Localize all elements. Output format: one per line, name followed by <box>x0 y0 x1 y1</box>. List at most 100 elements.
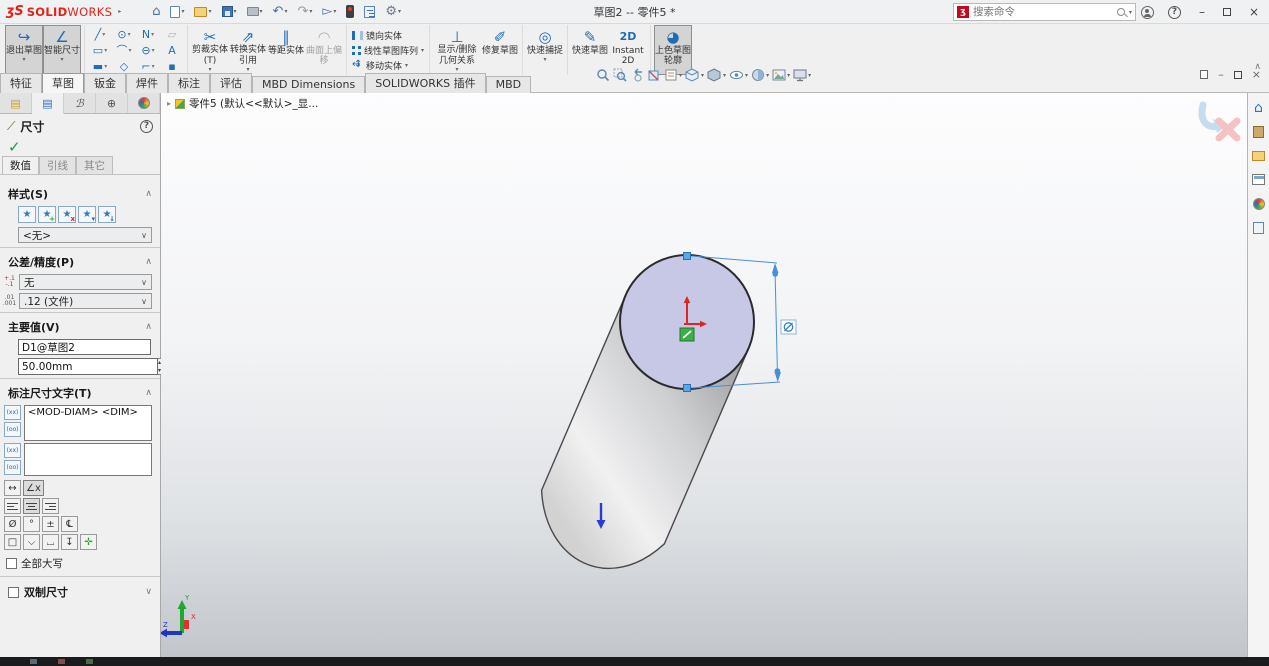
user-account-icon[interactable] <box>1141 6 1154 19</box>
view-settings-button[interactable]: ▾ <box>793 68 811 82</box>
dimension-value-tag[interactable] <box>781 320 796 334</box>
delete-style-button[interactable]: ★x <box>58 206 76 223</box>
select-button[interactable]: ▻▾ <box>319 4 339 19</box>
dimension-handle-top[interactable] <box>684 253 691 260</box>
point-tool-button[interactable]: ▪ <box>160 58 184 74</box>
property-manager-tab[interactable]: ▤ <box>32 93 64 114</box>
options-button[interactable]: ⚙▾ <box>382 4 404 19</box>
open-document-button[interactable]: ▾ <box>191 6 214 18</box>
display-delete-relations-button[interactable]: ⊥ 显示/删除几何关系 ▾ <box>433 25 481 75</box>
subtab-leaders[interactable]: 引线 <box>39 156 76 174</box>
offset-entities-button[interactable]: ∥ 等距实体 <box>267 25 305 75</box>
move-entities-button[interactable]: ↔↕ 移动实体 ▾ <box>350 59 426 72</box>
justify-horizontal-button[interactable]: ↔ <box>4 480 21 496</box>
circle-tool-button[interactable]: ⊙▾ <box>112 26 136 42</box>
dimension-text-area[interactable]: <MOD-DIAM> <DIM> <box>24 405 152 441</box>
save-button[interactable]: ▾ <box>219 5 240 18</box>
graphics-viewport[interactable]: Y Z X ▸ 零件5 (默认<<默认>_显... <box>161 93 1247 657</box>
hide-show-items-button[interactable]: ▾ <box>729 68 748 82</box>
uppercase-checkbox[interactable] <box>6 558 17 569</box>
align-center-button[interactable] <box>23 498 40 514</box>
plus-minus-symbol-button[interactable]: ± <box>42 516 59 532</box>
counterbore-symbol-button[interactable]: ⌴ <box>42 534 59 550</box>
spline-tool-button[interactable]: N▾ <box>136 26 160 42</box>
feature-breadcrumb[interactable]: ▸ 零件5 (默认<<默认>_显... <box>167 96 318 111</box>
tab-features[interactable]: 特征 <box>0 73 42 93</box>
file-explorer-tab[interactable] <box>1251 148 1267 163</box>
linear-pattern-button[interactable]: 线性草图阵列 ▾ <box>350 44 426 57</box>
custom-properties-tab[interactable] <box>1251 220 1267 235</box>
panel-help-icon[interactable]: ? <box>140 120 153 133</box>
section-view-button[interactable] <box>647 68 661 82</box>
degree-symbol-button[interactable]: ° <box>23 516 40 532</box>
tab-weldments[interactable]: 焊件 <box>126 73 168 93</box>
tolerance-type-dropdown[interactable]: 无 ∨ <box>19 274 152 290</box>
align-left-button[interactable] <box>4 498 21 514</box>
countersink-symbol-button[interactable]: ⌵ <box>23 534 40 550</box>
tab-evaluate[interactable]: 评估 <box>210 73 252 93</box>
print-button[interactable]: ▾ <box>244 6 266 17</box>
help-icon[interactable]: ? <box>1168 6 1181 19</box>
save-style-button[interactable]: ★▾ <box>78 206 96 223</box>
polygon-tool-button[interactable]: ◇ <box>112 58 136 74</box>
rebuild-button[interactable] <box>343 4 357 19</box>
doc-minimize-button[interactable]: – <box>1218 68 1224 81</box>
ellipse-tool-button[interactable]: ⊖▾ <box>136 42 160 58</box>
fillet-tool-button[interactable]: ⌐▾ <box>136 58 160 74</box>
repair-sketch-button[interactable]: ✐ 修复草图 <box>481 25 519 75</box>
logo-flyout-arrow[interactable]: ▸ <box>118 8 121 15</box>
doc-close-button[interactable]: × <box>1252 68 1261 81</box>
subtab-other[interactable]: 其它 <box>76 156 113 174</box>
plane-tool-button[interactable]: ▱ <box>160 26 184 42</box>
tolerance-section-header[interactable]: 公差/精度(P) ∧ <box>0 251 160 272</box>
display-manager-tab[interactable] <box>128 93 160 113</box>
view-palette-tab[interactable] <box>1251 172 1267 187</box>
annotation-views-button[interactable]: ▾ <box>664 68 682 82</box>
file-properties-button[interactable] <box>361 5 378 19</box>
apply-default-style-button[interactable]: ★ <box>18 206 36 223</box>
line-tool-button[interactable]: ╱▾ <box>88 26 112 42</box>
tab-annotations[interactable]: 标注 <box>168 73 210 93</box>
tab-solidworks-addins[interactable]: SOLIDWORKS 插件 <box>365 73 485 93</box>
view-orientation-button[interactable]: ▾ <box>685 68 704 82</box>
undo-button[interactable]: ↶▾ <box>270 4 291 19</box>
apply-scene-button[interactable]: ▾ <box>772 68 790 82</box>
hole-callout-button[interactable]: ℄ <box>61 516 78 532</box>
home-button[interactable]: ⌂ <box>149 4 163 19</box>
smart-dimension-button[interactable]: ∠ 智能尺寸 ▾ <box>43 25 81 75</box>
text-tool-button[interactable]: A <box>160 42 184 58</box>
restore-button[interactable] <box>1223 8 1231 16</box>
breadcrumb-expand-arrow[interactable]: ▸ <box>167 99 171 108</box>
tab-mbd-dimensions[interactable]: MBD Dimensions <box>252 76 365 93</box>
minimize-button[interactable]: – <box>1195 5 1209 19</box>
precision-dropdown[interactable]: .12 (文件) ∨ <box>19 293 152 309</box>
command-search[interactable]: ʒ ▾ <box>953 3 1136 21</box>
dual-dimension-checkbox[interactable] <box>8 587 19 598</box>
diameter-symbol-button[interactable]: Ø <box>4 516 21 532</box>
load-style-button[interactable]: ★↓ <box>98 206 116 223</box>
surface-offset-button[interactable]: ◠ 曲面上偏移 <box>305 25 343 75</box>
display-style-button[interactable]: ▾ <box>707 68 726 82</box>
primary-value-section-header[interactable]: 主要值(V) ∧ <box>0 316 160 337</box>
dimension-value-field[interactable] <box>18 358 158 375</box>
zoom-to-fit-button[interactable] <box>596 68 610 82</box>
dimension-handle-bottom[interactable] <box>684 385 691 392</box>
appearances-scenes-tab[interactable] <box>1251 196 1267 211</box>
arc-tool-button[interactable]: ⌒▾ <box>112 42 136 58</box>
quick-snaps-button[interactable]: ◎ 快速捕捉 ▾ <box>526 25 564 75</box>
search-input[interactable] <box>973 6 1113 18</box>
dim-text-position-icon-3[interactable]: (xx) <box>4 443 21 458</box>
dim-text-position-icon-2[interactable]: (oo) <box>4 422 21 437</box>
feature-manager-tab[interactable]: ▤ <box>0 93 32 113</box>
dimxpert-manager-tab[interactable]: ⊕ <box>96 93 128 113</box>
zoom-to-area-button[interactable] <box>613 68 627 82</box>
mirror-entities-button[interactable]: 镜向实体 <box>350 29 426 42</box>
search-dropdown-caret[interactable]: ▾ <box>1129 9 1132 16</box>
breadcrumb-text[interactable]: 零件5 (默认<<默认>_显... <box>189 96 318 111</box>
trim-entities-button[interactable]: ✂ 剪裁实体(T) ▾ <box>191 25 229 75</box>
slot-tool-button[interactable]: ▬▾ <box>88 58 112 74</box>
rectangle-tool-button[interactable]: ▭▾ <box>88 42 112 58</box>
style-preset-dropdown[interactable]: <无> ∨ <box>18 227 152 243</box>
align-right-button[interactable] <box>42 498 59 514</box>
ok-checkmark-button[interactable]: ✓ <box>0 138 160 158</box>
